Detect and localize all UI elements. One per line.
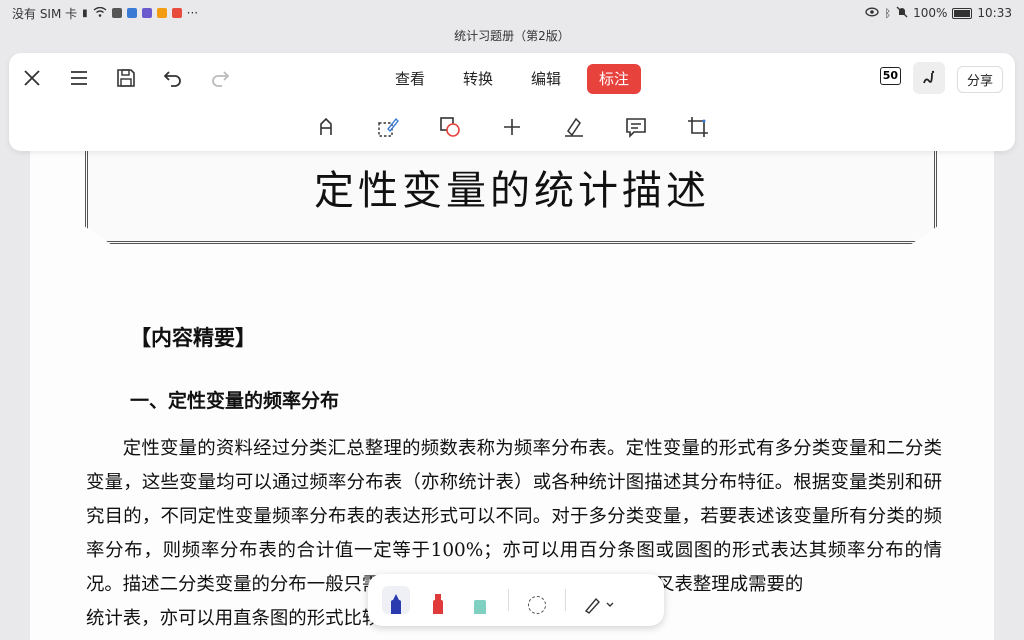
more-notifications-icon: ··· bbox=[186, 6, 199, 20]
palette-divider bbox=[508, 589, 509, 611]
play-app-icon bbox=[156, 8, 167, 18]
text-highlight-tool-icon[interactable] bbox=[314, 115, 338, 139]
comment-icon[interactable] bbox=[624, 115, 648, 139]
video-app-icon bbox=[111, 8, 122, 18]
bluetooth-icon: ᛒ bbox=[884, 6, 892, 20]
lasso-select-icon[interactable] bbox=[523, 586, 551, 614]
paragraph-text: 定性变量的资料经过分类汇总整理的频数表称为频率分布表。定性变量的形式有多分类变量… bbox=[86, 438, 942, 595]
blue-pen-icon[interactable] bbox=[382, 586, 410, 614]
toolbar-main-row: 查看 转换 编辑 标注 50 分享 bbox=[9, 53, 1015, 103]
crop-icon[interactable] bbox=[686, 115, 710, 139]
chat-app-icon bbox=[141, 8, 152, 18]
mute-bell-icon bbox=[896, 6, 908, 21]
annotation-toolbar: 查看 转换 编辑 标注 50 分享 bbox=[9, 53, 1015, 151]
battery-percent: 100% bbox=[913, 6, 948, 20]
carrier-text: 没有 SIM 卡 bbox=[12, 6, 78, 21]
wifi-icon bbox=[93, 6, 107, 20]
document-page[interactable]: 定性变量的统计描述 【内容精要】 一、定性变量的频率分布 定性变量的资料经过分类… bbox=[30, 100, 994, 640]
status-left: 没有 SIM 卡 ▮ ··· bbox=[12, 5, 198, 22]
pen-palette bbox=[368, 574, 664, 626]
palette-divider-2 bbox=[565, 589, 566, 611]
shape-tool-icon[interactable] bbox=[438, 115, 462, 139]
signature-pen-icon[interactable] bbox=[562, 115, 586, 139]
area-select-marker-icon[interactable] bbox=[376, 115, 400, 139]
mode-tabs: 查看 转换 编辑 标注 bbox=[9, 64, 1015, 94]
annotation-tools-row bbox=[9, 115, 1015, 139]
add-icon[interactable] bbox=[500, 115, 524, 139]
document-title: 统计习题册（第2版） bbox=[454, 29, 570, 43]
tab-convert[interactable]: 转换 bbox=[451, 64, 505, 94]
tab-view[interactable]: 查看 bbox=[383, 64, 437, 94]
sim-icon: ▮ bbox=[82, 7, 88, 19]
eye-icon bbox=[865, 6, 880, 20]
highlighter-icon[interactable] bbox=[466, 586, 494, 614]
pen-style-dropdown-icon[interactable] bbox=[580, 586, 620, 614]
subsection-heading: 一、定性变量的频率分布 bbox=[130, 390, 340, 412]
chapter-title: 定性变量的统计描述 bbox=[314, 168, 710, 214]
page-count-badge[interactable]: 50 bbox=[879, 67, 901, 85]
status-bar: 没有 SIM 卡 ▮ ··· ᛒ 100% 10:33 bbox=[0, 0, 1024, 26]
clock-time: 10:33 bbox=[977, 6, 1012, 20]
tab-edit[interactable]: 编辑 bbox=[519, 64, 573, 94]
browser-app-icon bbox=[126, 8, 137, 18]
status-right: ᛒ 100% 10:33 bbox=[865, 6, 1012, 21]
battery-icon bbox=[952, 7, 973, 19]
tab-annotate[interactable]: 标注 bbox=[587, 64, 642, 94]
handwriting-pen-button[interactable] bbox=[913, 62, 945, 94]
reader-app-icon bbox=[171, 8, 182, 18]
red-marker-icon[interactable] bbox=[424, 586, 452, 614]
section-heading: 【内容精要】 bbox=[130, 326, 256, 350]
squiggle-pen-icon bbox=[923, 70, 935, 84]
share-button[interactable]: 分享 bbox=[956, 66, 1003, 93]
